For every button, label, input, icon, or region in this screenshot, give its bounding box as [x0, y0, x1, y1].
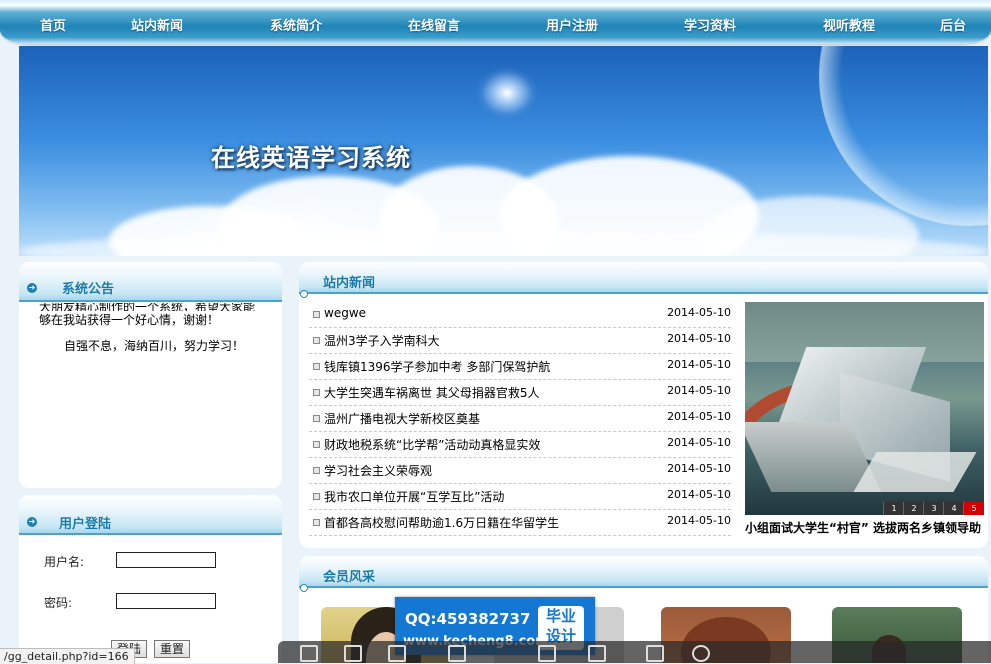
tag-line-1: 毕业 — [545, 607, 576, 625]
news-item[interactable]: 学习社会主义荣辱观 2014-05-10 — [309, 457, 731, 484]
status-bar-url: /gg_detail.php?id=166 — [0, 648, 135, 664]
rotate-icon[interactable] — [692, 645, 710, 662]
news-item[interactable]: 首都各高校慰问帮助逾1.6万日籍在华留学生 2014-05-10 — [309, 509, 731, 536]
nav-item-materials[interactable]: 学习资料 — [684, 15, 736, 34]
banner: 在线英语学习系统 — [19, 46, 988, 256]
news-slideshow-image[interactable]: 1 2 3 4 5 — [745, 302, 984, 515]
login-header: ➜ 用户登陆 — [19, 495, 282, 535]
username-label: 用户名: — [44, 555, 85, 569]
announcement-panel: ➜ 系统公告 大朋友精心制作的一个系统，希望大家能 够在我站获得一个好心情，谢谢… — [19, 262, 282, 488]
slide-number-5-active[interactable]: 5 — [963, 502, 984, 515]
news-item-title[interactable]: 我市农口单位开展“互学互比”活动 — [324, 488, 504, 505]
zoom-in-icon[interactable] — [538, 645, 556, 662]
news-header: 站内新闻 — [299, 262, 988, 294]
login-panel: ➜ 用户登陆 用户名: 密码: 登陆 重置 — [19, 495, 282, 663]
announcement-text-line2: 自强不息，海纳百川，努力学习！ — [64, 339, 245, 353]
news-item[interactable]: wegwe 2014-05-10 — [309, 301, 731, 328]
square-bullet-icon — [313, 415, 320, 422]
top-nav: 首页 站内新闻 系统简介 在线留言 用户注册 学习资料 视听教程 后台 — [0, 0, 991, 44]
site-title: 在线英语学习系统 — [211, 143, 411, 172]
arrow-icon: ➜ — [27, 517, 37, 527]
slide-number-3[interactable]: 3 — [923, 502, 944, 515]
square-bullet-icon — [313, 363, 320, 370]
news-item[interactable]: 我市农口单位开展“互学互比”活动 2014-05-10 — [309, 483, 731, 510]
nav-item-home[interactable]: 首页 — [40, 15, 66, 34]
copy-icon[interactable] — [388, 645, 406, 662]
news-item-date: 2014-05-10 — [667, 358, 731, 371]
news-item-date: 2014-05-10 — [667, 488, 731, 501]
news-item[interactable]: 温州广播电视大学新校区奠基 2014-05-10 — [309, 405, 731, 432]
news-panel: 站内新闻 wegwe 2014-05-10 温州3学子入学南科大 2014-05-1… — [299, 262, 988, 548]
news-item[interactable]: 温州3学子入学南科大 2014-05-10 — [309, 327, 731, 354]
announcement-text-line1: 够在我站获得一个好心情，谢谢！ — [39, 313, 220, 327]
news-item-title[interactable]: 钱库镇1396学子参加中考 多部门保驾护航 — [324, 358, 550, 375]
news-item-date: 2014-05-10 — [667, 332, 731, 345]
news-item-title[interactable]: 温州广播电视大学新校区奠基 — [324, 410, 480, 427]
news-item-title[interactable]: wegwe — [324, 306, 366, 320]
ring-icon — [300, 290, 308, 298]
slideshow-caption[interactable]: 小组面试大学生“村官” 选拔两名乡镇领导助 — [745, 519, 984, 536]
members-title: 会员风采 — [323, 570, 376, 585]
login-title: 用户登陆 — [59, 517, 112, 532]
window-icon[interactable] — [588, 645, 606, 662]
news-item-date: 2014-05-10 — [667, 306, 731, 319]
zoom-out-icon[interactable] — [448, 645, 466, 662]
news-item[interactable]: 大学生突遇车祸离世 其父母捐器官救5人 2014-05-10 — [309, 379, 731, 406]
news-item-date: 2014-05-10 — [667, 410, 731, 423]
news-item-title[interactable]: 财政地税系统“比学帮”活动动真格显实效 — [324, 436, 540, 453]
password-input[interactable] — [116, 593, 216, 609]
news-item[interactable]: 钱库镇1396学子参加中考 多部门保驾护航 2014-05-10 — [309, 353, 731, 380]
nav-item-register[interactable]: 用户注册 — [546, 15, 598, 34]
square-bullet-icon — [313, 441, 320, 448]
qq-number: QQ:459382737 — [405, 610, 531, 628]
fullscreen-icon[interactable] — [646, 645, 664, 662]
news-item-date: 2014-05-10 — [667, 462, 731, 475]
slide-number-1[interactable]: 1 — [883, 502, 904, 515]
news-item-title[interactable]: 首都各高校慰问帮助逾1.6万日籍在华留学生 — [324, 514, 559, 531]
news-title: 站内新闻 — [323, 276, 376, 291]
reset-button[interactable]: 重置 — [154, 640, 191, 658]
nav-item-video-tutorials[interactable]: 视听教程 — [823, 15, 875, 34]
news-item-date: 2014-05-10 — [667, 384, 731, 397]
square-bullet-icon — [313, 389, 320, 396]
announcement-title: 系统公告 — [62, 282, 115, 297]
news-item-date: 2014-05-10 — [667, 436, 731, 449]
announcement-header: ➜ 系统公告 — [19, 262, 282, 302]
save-icon[interactable] — [300, 645, 318, 662]
announcement-body: 大朋友精心制作的一个系统，希望大家能 够在我站获得一个好心情，谢谢！ 自强不息，… — [39, 303, 262, 355]
password-label: 密码: — [44, 596, 73, 610]
members-header: 会员风采 — [299, 556, 988, 588]
square-bullet-icon — [313, 337, 320, 344]
ring-icon — [300, 584, 308, 592]
nav-item-guestbook[interactable]: 在线留言 — [408, 15, 460, 34]
square-bullet-icon — [313, 467, 320, 474]
square-bullet-icon — [313, 493, 320, 500]
nav-item-about[interactable]: 系统简介 — [270, 15, 322, 34]
galaxy-graphic — [477, 68, 537, 118]
news-item[interactable]: 财政地税系统“比学帮”活动动真格显实效 2014-05-10 — [309, 431, 731, 458]
slide-number-4[interactable]: 4 — [943, 502, 964, 515]
announcement-text-partial: 大朋友精心制作的一个系统，希望大家能 — [39, 303, 256, 311]
square-bullet-icon — [313, 311, 320, 318]
nav-item-admin[interactable]: 后台 — [940, 15, 966, 34]
external-link-icon[interactable] — [344, 645, 362, 662]
username-input[interactable] — [116, 552, 216, 568]
slide-number-2[interactable]: 2 — [903, 502, 924, 515]
news-item-date: 2014-05-10 — [667, 514, 731, 527]
square-bullet-icon — [313, 519, 320, 526]
news-item-title[interactable]: 温州3学子入学南科大 — [324, 332, 440, 349]
floating-toolbar — [278, 641, 991, 663]
news-item-title[interactable]: 学习社会主义荣辱观 — [324, 462, 432, 479]
nav-item-news[interactable]: 站内新闻 — [131, 15, 183, 34]
arrow-icon: ➜ — [27, 283, 37, 293]
news-item-title[interactable]: 大学生突遇车祸离世 其父母捐器官救5人 — [324, 384, 539, 401]
